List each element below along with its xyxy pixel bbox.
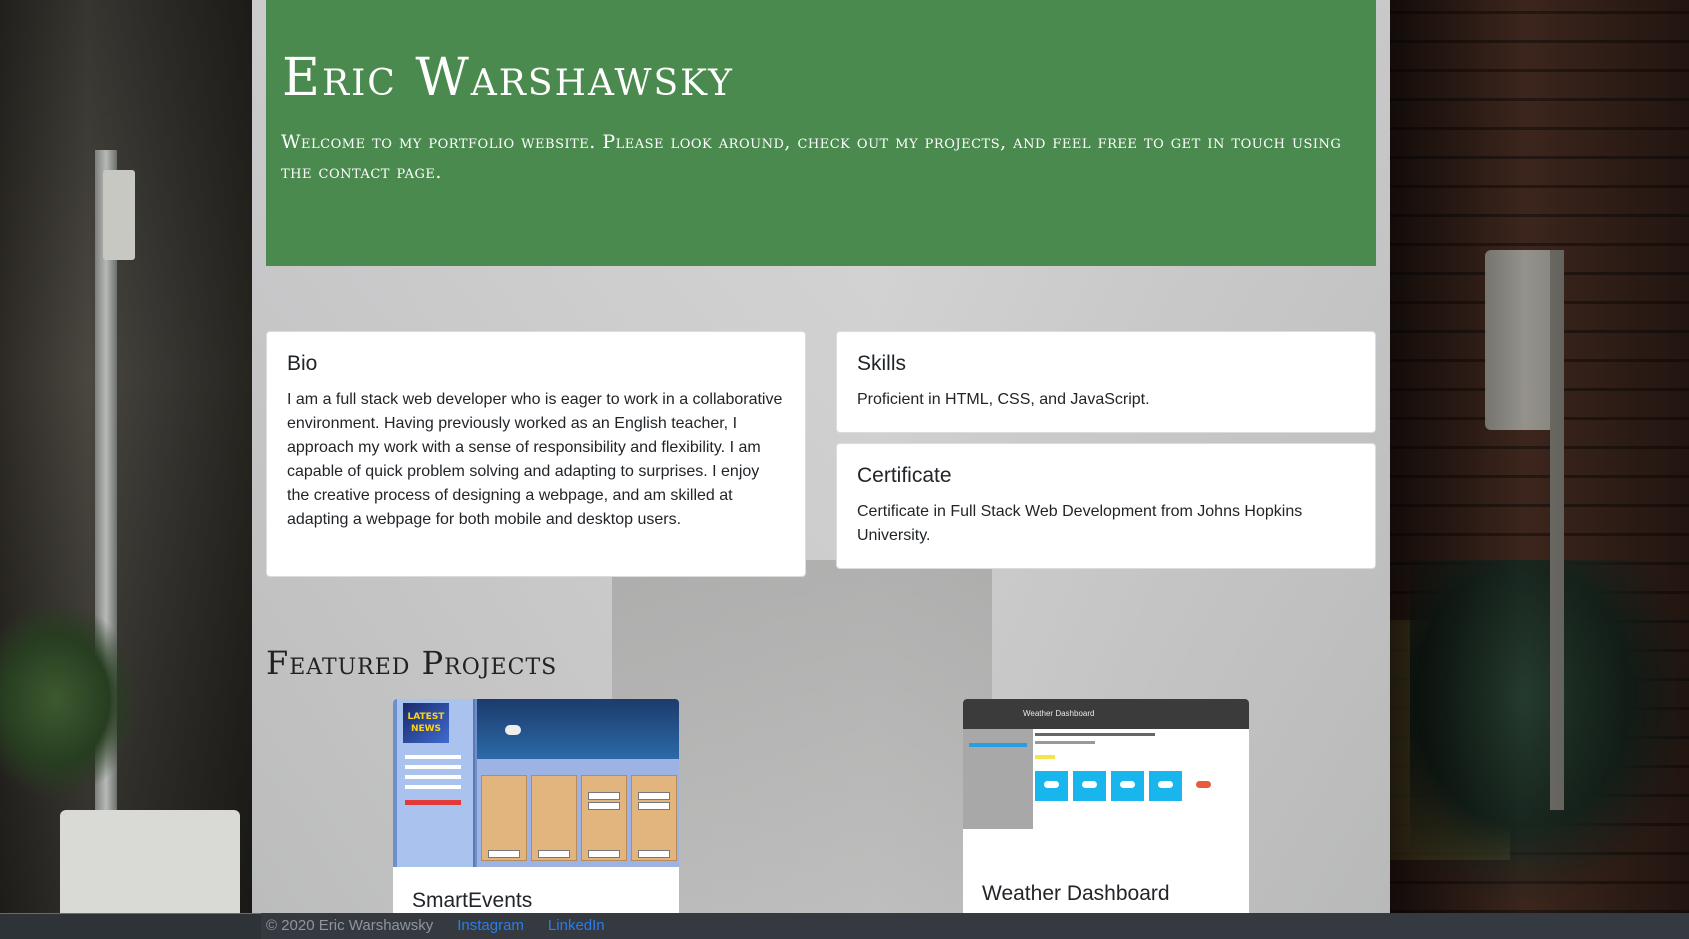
site-tagline: Welcome to my portfolio website. Please … xyxy=(281,131,1342,183)
footer-copyright: © 2020 Eric Warshawsky xyxy=(266,917,434,934)
certificate-card: Certificate Certificate in Full Stack We… xyxy=(836,443,1376,569)
project-screenshot-smartevents[interactable]: LATEST NEWS xyxy=(393,699,679,867)
skills-card: Skills Proficient in HTML, CSS, and Java… xyxy=(836,331,1376,433)
bio-title: Bio xyxy=(287,352,318,375)
certificate-title: Certificate xyxy=(857,464,952,487)
linkedin-link[interactable]: LinkedIn xyxy=(548,917,605,934)
project-card-weather-dashboard[interactable]: Weather Dashboard Weather Dashboard xyxy=(963,699,1249,939)
weather-tile-icon xyxy=(1035,771,1068,801)
hero-jumbotron: Eric Warshawsky Welcome to my portfolio … xyxy=(266,0,1376,266)
bio-card: Bio I am a full stack web developer who … xyxy=(266,331,806,577)
instagram-link[interactable]: Instagram xyxy=(457,917,524,934)
site-title: Eric Warshawsky xyxy=(282,48,734,108)
weather-dashboard-bar: Weather Dashboard xyxy=(963,699,1249,729)
project-title-smartevents[interactable]: SmartEvents xyxy=(412,889,532,913)
weather-tile-icon xyxy=(1149,771,1182,801)
bio-text: I am a full stack web developer who is e… xyxy=(287,391,783,528)
site-footer: © 2020 Eric Warshawsky Instagram LinkedI… xyxy=(0,913,1689,939)
certificate-text: Certificate in Full Stack Web Developmen… xyxy=(857,503,1303,544)
skills-title: Skills xyxy=(857,352,907,375)
background-right-brick-wall xyxy=(1390,0,1689,939)
featured-projects-heading: Featured Projects xyxy=(266,644,558,682)
skills-text: Proficient in HTML, CSS, and JavaScript. xyxy=(857,391,1150,408)
background-left-alley xyxy=(0,0,252,939)
weather-tile-icon xyxy=(1073,771,1106,801)
weather-tile-icon xyxy=(1111,771,1144,801)
cloud-icon xyxy=(505,725,521,735)
news-logo: LATEST NEWS xyxy=(403,703,449,743)
project-card-smartevents[interactable]: LATEST NEWS SmartEvents xyxy=(393,699,679,939)
weather-tile-icon xyxy=(1187,771,1220,801)
project-screenshot-weather-dashboard[interactable]: Weather Dashboard xyxy=(963,699,1249,859)
project-title-weather-dashboard[interactable]: Weather Dashboard xyxy=(982,882,1170,906)
